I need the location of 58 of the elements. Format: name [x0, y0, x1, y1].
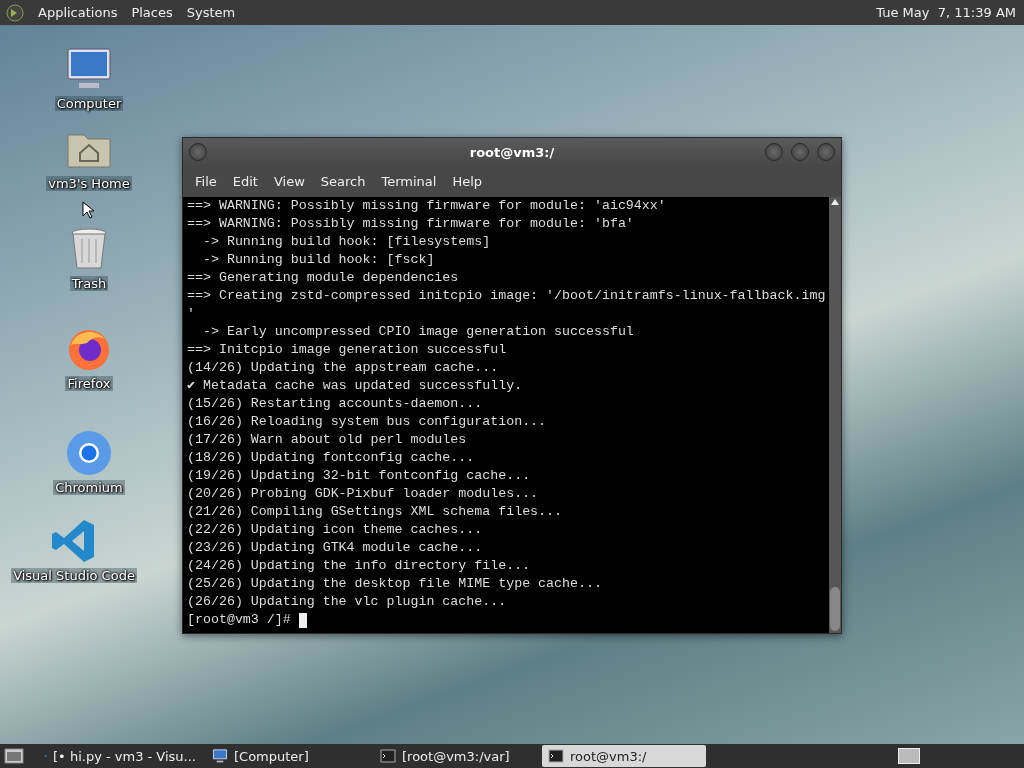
menu-item[interactable]: Search — [312, 174, 374, 189]
menu-logo-icon — [6, 3, 24, 22]
output-line: ==> WARNING: Possibly missing firmware for module: 'aic94xx' — [187, 197, 667, 215]
output-line: ✔ Metadata cache was updated successfully. — [187, 377, 524, 395]
output-line: ==> Creating zstd-compressed initcpio image: '/boot/initramfs-linux-fallback.img — [187, 287, 826, 305]
taskbar-button[interactable]: root@vm3:/ — [542, 745, 706, 767]
taskbar-button[interactable]: [root@vm3:/var] — [374, 745, 538, 767]
close-button[interactable] — [817, 143, 835, 161]
chromium-icon — [65, 429, 113, 477]
output-line: (18/26) Updating fontconfig cache... — [187, 449, 476, 467]
scroll-up-icon[interactable] — [831, 199, 840, 205]
minimize-button[interactable] — [765, 143, 783, 161]
show-desktop-icon[interactable] — [4, 747, 24, 765]
menu-item[interactable]: Help — [444, 174, 491, 189]
terminal-icon — [380, 748, 396, 764]
window-menu-button[interactable] — [189, 143, 207, 161]
output-line: -> Early uncompressed CPIO image generation successful — [201, 323, 635, 341]
shell-prompt: [root@vm3 /]# — [187, 611, 291, 629]
window-title: root@vm3:/ — [469, 144, 555, 160]
output-line: (21/26) Compiling GSettings XML schema files... — [187, 503, 564, 521]
panel-menu[interactable]: Places — [131, 5, 173, 20]
output-line: (23/26) Updating GTK4 module cache... — [187, 539, 484, 557]
desktop-icon-label[interactable]: Computer — [54, 96, 124, 111]
output-line: (20/26) Probing GDK-Pixbuf loader modules... — [187, 485, 540, 503]
output-line: (25/26) Updating the desktop file MIME type cache... — [187, 575, 603, 593]
taskbar-button[interactable]: [• hi.py - vm3 - Visu... — [38, 745, 202, 767]
workspace-switcher[interactable] — [898, 748, 920, 764]
scrollbar-thumb[interactable] — [830, 587, 841, 631]
desktop-icon-label[interactable]: vm3's Home — [46, 176, 132, 191]
terminal-icon — [548, 748, 564, 764]
text-cursor — [298, 612, 307, 628]
output-line: (15/26) Restarting accounts-daemon... — [187, 395, 484, 413]
mouse-pointer-icon — [82, 201, 94, 219]
output-line: (24/26) Updating the info directory file... — [187, 557, 532, 575]
menu-item[interactable]: File — [187, 174, 225, 189]
output-line: ==> WARNING: Possibly missing firmware for module: 'bfa' — [187, 215, 635, 233]
menu-item[interactable]: Terminal — [373, 174, 445, 189]
desktop-icon-label[interactable]: Trash — [69, 276, 109, 291]
output-line: ==> Generating module dependencies — [187, 269, 460, 287]
output-line: (16/26) Reloading system bus configuration... — [187, 413, 548, 431]
scrollbar[interactable] — [829, 197, 841, 633]
output-line: ' — [187, 305, 196, 323]
taskbar-button[interactable]: [Computer] — [206, 745, 370, 767]
panel-menu[interactable]: System — [186, 5, 236, 20]
panel-menu[interactable]: Applications — [38, 5, 118, 20]
output-line: (26/26) Updating the vlc plugin cache... — [187, 593, 508, 611]
output-line: (14/26) Updating the appstream cache... — [187, 359, 500, 377]
menu-item[interactable]: View — [265, 174, 313, 189]
maximize-button[interactable] — [791, 143, 809, 161]
output-line: (19/26) Updating 32-bit fontconfig cache... — [187, 467, 532, 485]
clock[interactable]: Tue May 7, 11:39 AM — [876, 5, 1018, 20]
output-line: (22/26) Updating icon theme caches... — [187, 521, 484, 539]
monitor-icon — [212, 748, 228, 764]
output-line: -> Running build hook: [fsck] — [201, 251, 436, 269]
output-line: (17/26) Warn about old perl modules — [187, 431, 468, 449]
menu-item[interactable]: Edit — [224, 174, 266, 189]
output-line: -> Running build hook: [filesystems] — [201, 233, 492, 251]
output-line: ==> Initcpio image generation successful — [187, 341, 508, 359]
